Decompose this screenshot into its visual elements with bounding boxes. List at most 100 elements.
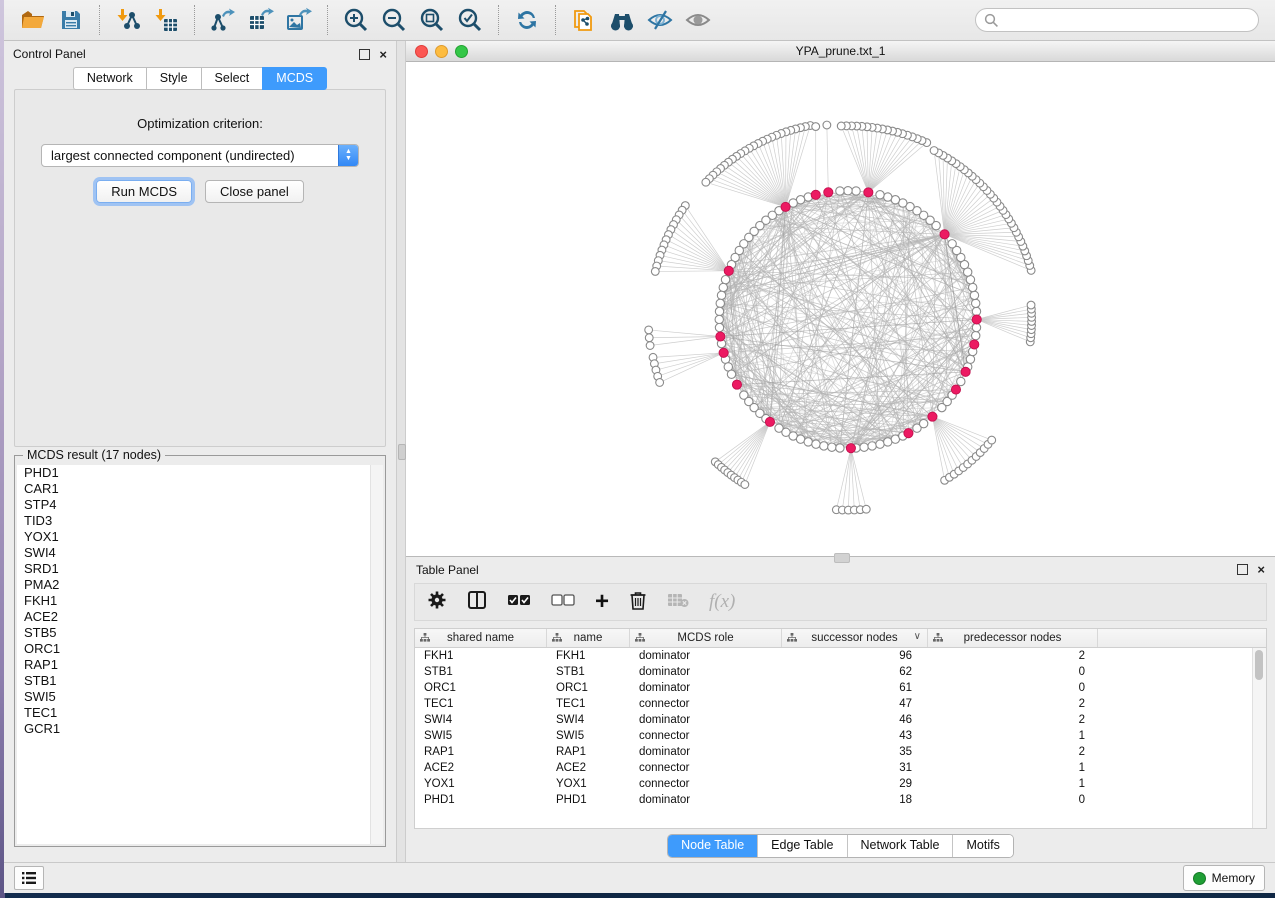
mcds-result-item[interactable]: GCR1 xyxy=(17,721,383,737)
splitter-grabber[interactable] xyxy=(398,444,406,460)
network-node[interactable] xyxy=(972,331,980,339)
run-mcds-button[interactable]: Run MCDS xyxy=(96,180,192,203)
cell-mcds_role[interactable]: dominator xyxy=(630,666,782,678)
cell-mcds_role[interactable]: dominator xyxy=(630,794,782,806)
cell-successor_nodes[interactable]: 46 xyxy=(782,714,928,726)
zoom-fit-icon[interactable] xyxy=(416,4,448,36)
deselect-all-icon[interactable] xyxy=(551,593,575,612)
cell-predecessor_nodes[interactable]: 2 xyxy=(928,746,1098,758)
tab-network[interactable]: Network xyxy=(73,67,146,90)
tab-mcds[interactable]: MCDS xyxy=(262,67,327,90)
cell-mcds_role[interactable]: dominator xyxy=(630,682,782,694)
mcds-hub-node[interactable] xyxy=(732,380,741,389)
cell-successor_nodes[interactable]: 29 xyxy=(782,778,928,790)
hide-eye-slash-icon[interactable] xyxy=(644,4,676,36)
mcds-result-item[interactable]: STB5 xyxy=(17,625,383,641)
network-node[interactable] xyxy=(741,481,749,489)
column-layout-icon[interactable] xyxy=(467,590,487,615)
sort-arrow-icon[interactable]: ∨ xyxy=(914,631,921,642)
network-node[interactable] xyxy=(1027,301,1035,309)
gear-icon[interactable] xyxy=(427,590,447,615)
float-panel-icon[interactable] xyxy=(359,49,370,60)
cell-mcds_role[interactable]: connector xyxy=(630,698,782,710)
refresh-icon[interactable] xyxy=(511,4,543,36)
network-node[interactable] xyxy=(972,307,980,315)
network-node[interactable] xyxy=(837,122,845,130)
network-node[interactable] xyxy=(844,187,852,195)
cell-name[interactable]: ACE2 xyxy=(547,762,630,774)
table-row[interactable]: YOX1YOX1connector291 xyxy=(415,776,1266,792)
network-node[interactable] xyxy=(820,442,828,450)
network-node[interactable] xyxy=(812,123,820,131)
cell-mcds_role[interactable]: connector xyxy=(630,730,782,742)
network-node[interactable] xyxy=(646,342,654,350)
cell-predecessor_nodes[interactable]: 0 xyxy=(928,666,1098,678)
cell-shared_name[interactable]: YOX1 xyxy=(415,778,547,790)
cell-mcds_role[interactable]: dominator xyxy=(630,650,782,662)
network-node[interactable] xyxy=(966,355,974,363)
cell-predecessor_nodes[interactable]: 2 xyxy=(928,698,1098,710)
cell-name[interactable]: SWI5 xyxy=(547,730,630,742)
network-node[interactable] xyxy=(645,326,653,334)
zoom-out-icon[interactable] xyxy=(378,4,410,36)
cell-successor_nodes[interactable]: 47 xyxy=(782,698,928,710)
mcds-list-scrollbar[interactable] xyxy=(370,465,383,844)
network-node[interactable] xyxy=(868,442,876,450)
save-session-icon[interactable] xyxy=(55,4,87,36)
cell-shared_name[interactable]: SWI4 xyxy=(415,714,547,726)
cell-predecessor_nodes[interactable]: 0 xyxy=(928,794,1098,806)
cell-successor_nodes[interactable]: 35 xyxy=(782,746,928,758)
vertical-splitter[interactable] xyxy=(396,41,406,862)
mcds-hub-node[interactable] xyxy=(904,429,913,438)
tab-network-table[interactable]: Network Table xyxy=(848,835,954,857)
cell-shared_name[interactable]: TEC1 xyxy=(415,698,547,710)
mcds-hub-node[interactable] xyxy=(846,444,855,453)
export-image-icon[interactable] xyxy=(283,4,315,36)
cell-shared_name[interactable]: SWI5 xyxy=(415,730,547,742)
cell-mcds_role[interactable]: dominator xyxy=(630,714,782,726)
network-node[interactable] xyxy=(721,276,729,284)
search-input[interactable] xyxy=(975,8,1259,32)
network-node[interactable] xyxy=(828,443,836,451)
mcds-hub-node[interactable] xyxy=(824,188,833,197)
mcds-result-item[interactable]: SRD1 xyxy=(17,561,383,577)
cell-shared_name[interactable]: STB1 xyxy=(415,666,547,678)
cell-successor_nodes[interactable]: 43 xyxy=(782,730,928,742)
network-node[interactable] xyxy=(957,377,965,385)
mcds-result-item[interactable]: CAR1 xyxy=(17,481,383,497)
close-panel-icon[interactable]: × xyxy=(379,50,387,59)
delete-icon[interactable] xyxy=(629,590,647,615)
mcds-result-item[interactable]: ORC1 xyxy=(17,641,383,657)
column-header-name[interactable]: name xyxy=(547,629,630,647)
cell-name[interactable]: SWI4 xyxy=(547,714,630,726)
close-panel-button[interactable]: Close panel xyxy=(205,180,304,203)
zoom-in-icon[interactable] xyxy=(340,4,372,36)
network-node[interactable] xyxy=(715,323,723,331)
cell-name[interactable]: PHD1 xyxy=(547,794,630,806)
network-node[interactable] xyxy=(823,121,831,129)
tab-select[interactable]: Select xyxy=(201,67,263,90)
cell-predecessor_nodes[interactable]: 2 xyxy=(928,714,1098,726)
import-network-icon[interactable] xyxy=(112,4,144,36)
tab-style[interactable]: Style xyxy=(146,67,201,90)
network-node[interactable] xyxy=(836,187,844,195)
network-node[interactable] xyxy=(727,370,735,378)
network-node[interactable] xyxy=(656,379,664,387)
cell-name[interactable]: STB1 xyxy=(547,666,630,678)
cell-successor_nodes[interactable]: 18 xyxy=(782,794,928,806)
float-table-panel-icon[interactable] xyxy=(1237,564,1248,575)
network-node[interactable] xyxy=(919,419,927,427)
cell-mcds_role[interactable]: connector xyxy=(630,762,782,774)
export-network-icon[interactable] xyxy=(207,4,239,36)
show-eye-icon[interactable] xyxy=(682,4,714,36)
mcds-hub-node[interactable] xyxy=(716,332,725,341)
cell-shared_name[interactable]: ORC1 xyxy=(415,682,547,694)
mcds-hub-node[interactable] xyxy=(972,315,981,324)
cell-predecessor_nodes[interactable]: 1 xyxy=(928,762,1098,774)
cell-successor_nodes[interactable]: 61 xyxy=(782,682,928,694)
mcds-result-item[interactable]: STB1 xyxy=(17,673,383,689)
mcds-result-item[interactable]: SWI5 xyxy=(17,689,383,705)
cell-predecessor_nodes[interactable]: 1 xyxy=(928,730,1098,742)
import-table-icon[interactable] xyxy=(150,4,182,36)
binoculars-icon[interactable] xyxy=(606,4,638,36)
